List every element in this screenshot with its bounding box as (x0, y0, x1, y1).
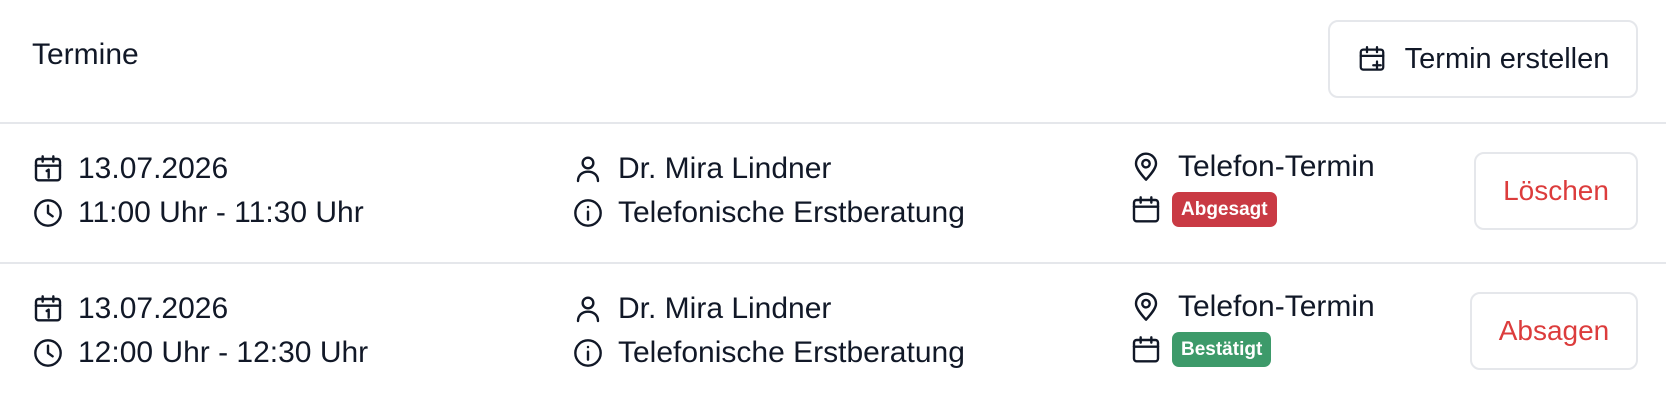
create-appointment-button[interactable]: Termin erstellen (1328, 20, 1638, 98)
location-cell: Telefon-Termin (1130, 150, 1375, 184)
create-appointment-label: Termin erstellen (1404, 42, 1610, 75)
clock-icon (34, 199, 62, 227)
appointment-location: Telefon-Termin (1178, 150, 1375, 183)
person-cell: Dr. Mira Lindner (572, 152, 831, 186)
calendar-plus-icon (1359, 46, 1385, 71)
calendar-icon (34, 155, 62, 182)
appointment-date: 13.07.2026 (78, 292, 229, 325)
time-cell: 12:00 Uhr - 12:30 Uhr (32, 336, 368, 370)
appointment-person: Dr. Mira Lindner (618, 292, 832, 325)
appointment-date: 13.07.2026 (78, 152, 229, 185)
appointment-row: 13.07.2026 11:00 Uhr - 11:30 Uhr Dr. Mir… (0, 124, 1666, 264)
appointment-row: 13.07.2026 12:00 Uhr - 12:30 Uhr Dr. Mir… (0, 264, 1666, 404)
cancel-appointment-button[interactable]: Absagen (1470, 292, 1638, 370)
appointment-person: Dr. Mira Lindner (618, 152, 832, 185)
appointment-time: 11:00 Uhr - 11:30 Uhr (78, 196, 364, 229)
type-cell: Telefonische Erstberatung (572, 336, 965, 370)
user-icon (576, 296, 600, 323)
time-cell: 11:00 Uhr - 11:30 Uhr (32, 196, 364, 230)
date-cell: 13.07.2026 (32, 292, 228, 326)
appointment-type: Telefonische Erstberatung (618, 196, 965, 229)
header: Termine Termin erstellen (0, 0, 1666, 124)
map-pin-icon (1134, 152, 1158, 181)
status-cell: Bestätigt (1130, 332, 1272, 367)
status-badge: Bestätigt (1172, 332, 1272, 367)
person-cell: Dr. Mira Lindner (572, 292, 831, 326)
info-icon (574, 199, 602, 227)
calendar-icon (1132, 335, 1160, 363)
appointment-location: Telefon-Termin (1178, 290, 1375, 323)
date-cell: 13.07.2026 (32, 152, 228, 186)
calendar-icon (34, 295, 62, 322)
page-title: Termine (32, 38, 139, 71)
appointment-time: 12:00 Uhr - 12:30 Uhr (78, 336, 369, 369)
info-icon (574, 339, 602, 367)
appointment-type: Telefonische Erstberatung (618, 336, 965, 369)
location-cell: Telefon-Termin (1130, 290, 1375, 324)
status-badge: Abgesagt (1172, 192, 1277, 227)
map-pin-icon (1134, 292, 1158, 321)
user-icon (576, 156, 600, 183)
calendar-icon (1132, 195, 1160, 223)
status-cell: Abgesagt (1130, 192, 1277, 227)
clock-icon (34, 339, 62, 367)
delete-button[interactable]: Löschen (1474, 152, 1638, 230)
type-cell: Telefonische Erstberatung (572, 196, 965, 230)
